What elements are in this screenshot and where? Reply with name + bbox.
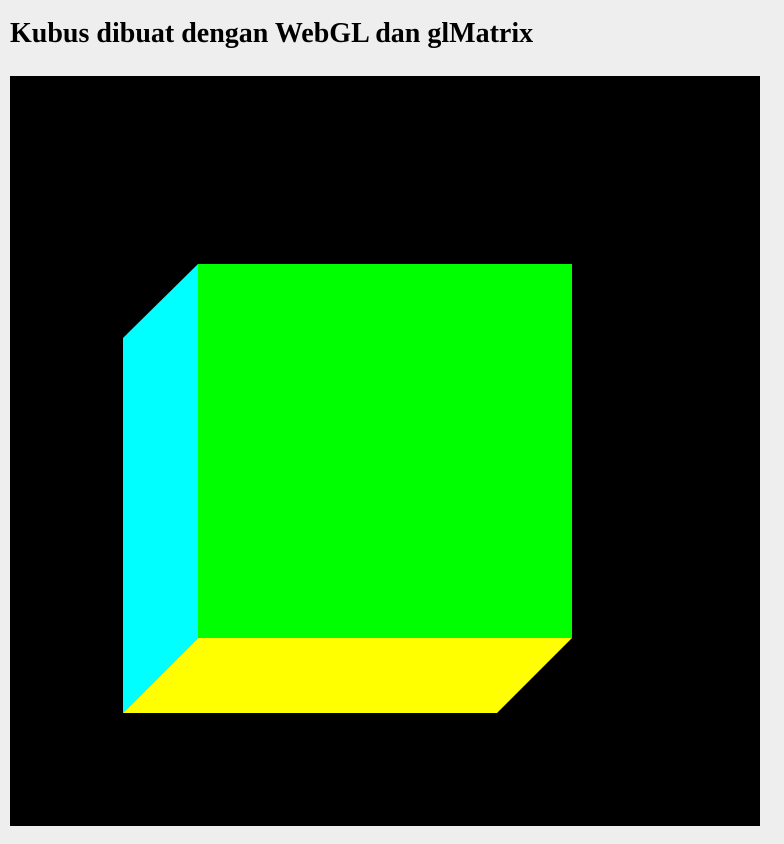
cube-left-face: [123, 264, 198, 713]
webgl-canvas[interactable]: [10, 76, 760, 826]
cube-front-face: [198, 264, 572, 638]
webgl-canvas-container: [10, 76, 760, 826]
cube-bottom-face: [123, 638, 572, 713]
page-title: Kubus dibuat dengan WebGL dan glMatrix: [10, 18, 534, 49]
